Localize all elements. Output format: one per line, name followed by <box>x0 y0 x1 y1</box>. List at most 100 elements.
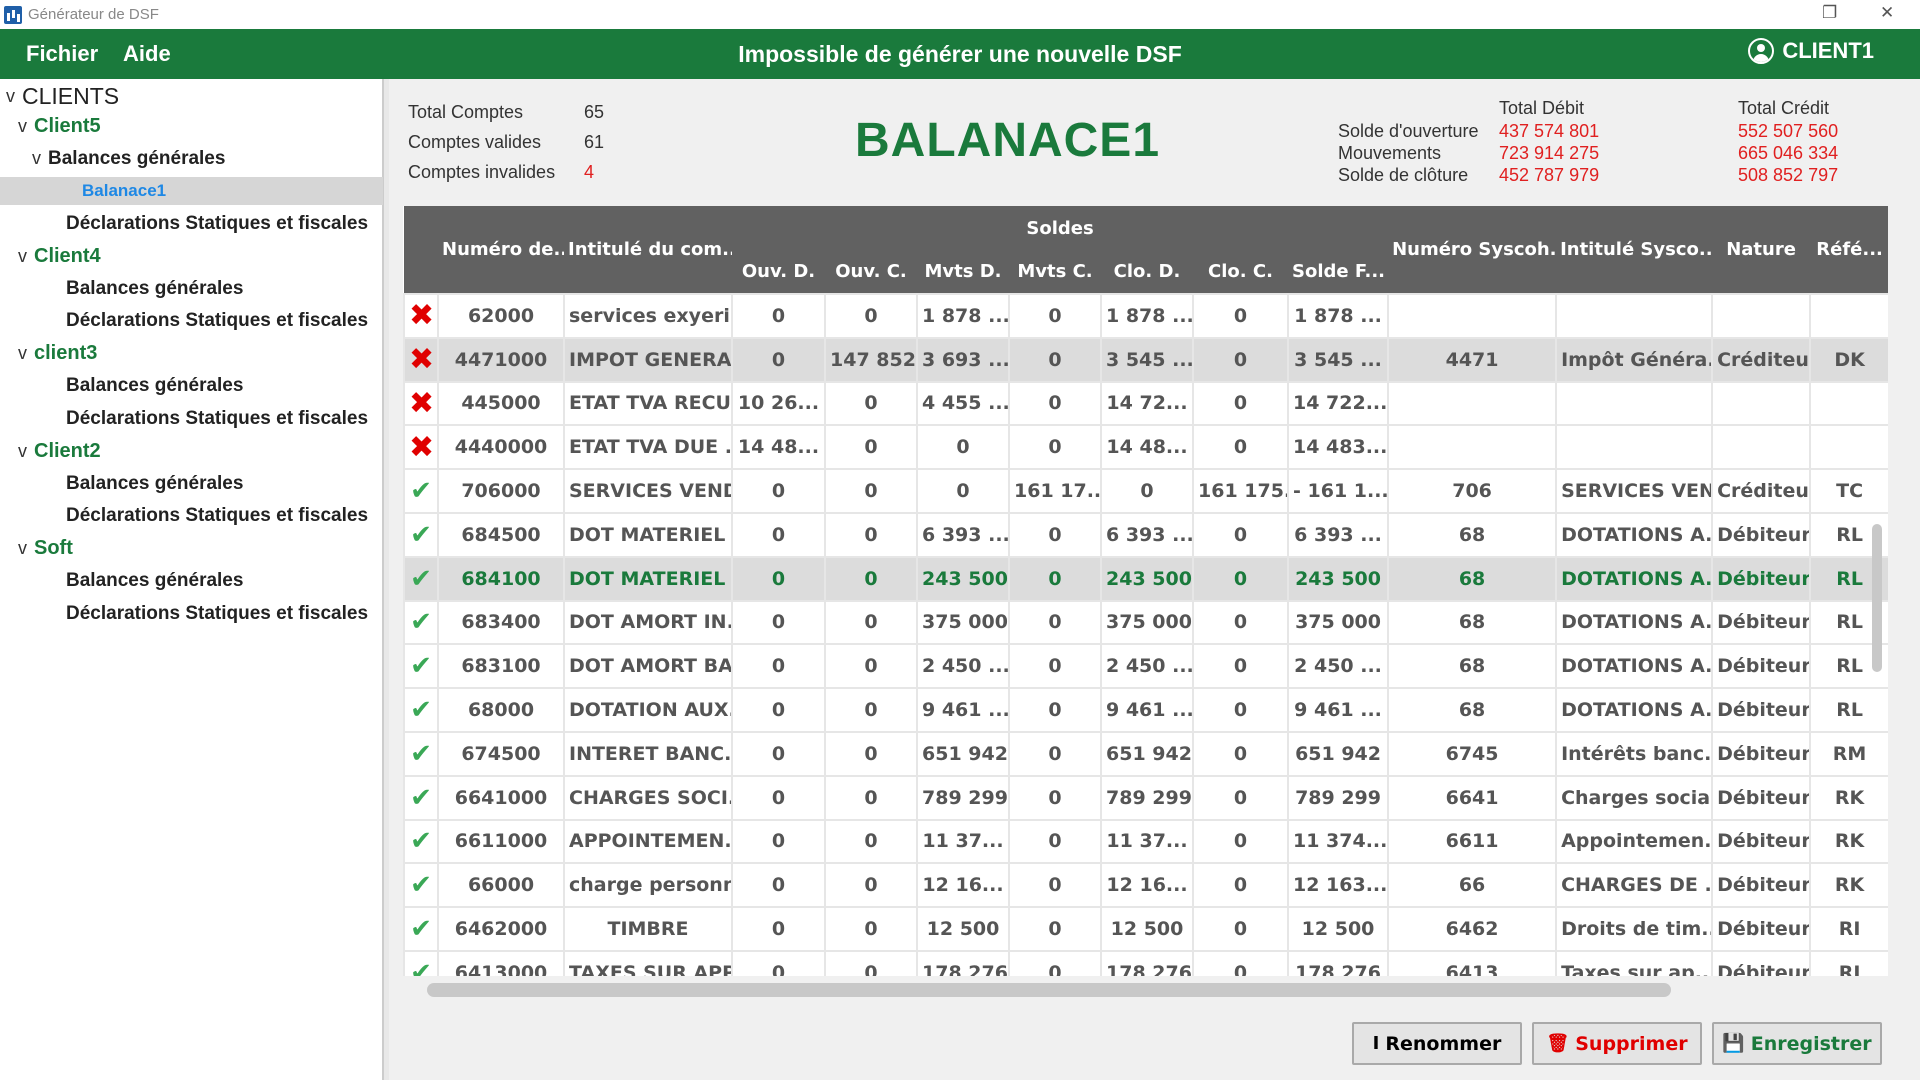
tree-client[interactable]: v Client2 <box>0 437 383 465</box>
table-cell[interactable]: RM <box>1809 730 1888 777</box>
table-cell[interactable]: RK <box>1809 774 1888 821</box>
table-cell[interactable]: 0 <box>824 511 918 558</box>
rename-button[interactable]: I Renommer <box>1352 1022 1522 1065</box>
table-cell[interactable]: 0 <box>1008 555 1102 602</box>
table-row[interactable]: ✖445000ETAT TVA RECU...10 26...04 455 ..… <box>403 380 1888 427</box>
table-cell[interactable]: 1 878 ... <box>1286 293 1390 339</box>
table-cell[interactable]: 0 <box>731 906 826 952</box>
table-cell[interactable]: 0 <box>731 643 826 690</box>
table-cell[interactable]: 178 276 <box>916 949 1010 976</box>
table-cell[interactable]: 789 299 <box>1286 774 1390 821</box>
table-cell[interactable]: RI <box>1809 906 1888 952</box>
table-cell[interactable]: 0 <box>824 862 918 909</box>
table-cell[interactable]: 0 <box>824 643 918 690</box>
column-header-mvts-d[interactable]: Mvts D. <box>917 250 1009 294</box>
column-header-account-number[interactable]: Numéro de... <box>438 206 564 294</box>
table-cell[interactable]: 12 16... <box>1100 862 1194 909</box>
table-cell[interactable]: 0 <box>1192 774 1289 821</box>
table-cell[interactable]: 0 <box>1008 511 1102 558</box>
table-cell[interactable]: 0 <box>824 774 918 821</box>
tree-client[interactable]: v Soft <box>0 535 383 563</box>
table-cell[interactable]: DOTATIONS A... <box>1555 555 1714 602</box>
table-cell[interactable]: 0 <box>824 468 918 514</box>
table-cell[interactable]: services exyeri... <box>563 293 733 339</box>
table-cell[interactable]: 68 <box>1387 643 1558 690</box>
column-header-account-title[interactable]: Intitulé du com... <box>564 206 732 294</box>
table-cell[interactable]: 66000 <box>437 862 565 909</box>
column-header-mvts-c[interactable]: Mvts C. <box>1009 250 1101 294</box>
table-cell[interactable]: 1 878 ... <box>916 293 1010 339</box>
tree-category[interactable]: Balances générales <box>0 372 383 400</box>
table-row[interactable]: ✔ 6641000 CHARGES SOCI... 0 0 789 299 0 789 299… <box>403 774 1888 821</box>
table-cell[interactable]: DOT MATERIEL ... <box>563 511 733 558</box>
table-cell[interactable]: 243 500 <box>1286 555 1390 602</box>
tree-category[interactable]: Déclarations Statiques et fiscales <box>0 502 383 530</box>
table-cell[interactable]: 4 455 ... <box>916 380 1010 427</box>
table-cell[interactable]: 0 <box>824 906 918 952</box>
restore-window-button[interactable]: ❐ <box>1822 3 1837 23</box>
table-cell[interactable]: Taxes sur ap... <box>1555 949 1714 976</box>
table-cell[interactable]: Créditeur <box>1711 468 1812 514</box>
table-cell[interactable]: SERVICES VEND... <box>563 468 733 514</box>
table-cell[interactable]: 683400 <box>437 599 565 646</box>
table-cell[interactable] <box>1809 293 1888 339</box>
table-cell[interactable]: 683100 <box>437 643 565 690</box>
column-header-nature[interactable]: Nature <box>1712 206 1811 294</box>
table-cell[interactable]: 0 <box>1192 906 1289 952</box>
table-cell[interactable]: 445000 <box>437 380 565 427</box>
table-cell[interactable]: 0 <box>1008 599 1102 646</box>
table-cell[interactable]: 651 942 <box>1100 730 1194 777</box>
table-cell[interactable]: 14 722... <box>1286 380 1390 427</box>
tree-category[interactable]: Déclarations Statiques et fiscales <box>0 600 383 628</box>
table-cell[interactable]: 6 393 ... <box>1100 511 1194 558</box>
column-header-syscohada-number[interactable]: Numéro Syscoh... <box>1388 206 1557 294</box>
table-cell[interactable]: 684100 <box>437 555 565 602</box>
table-cell[interactable]: 0 <box>1008 687 1102 733</box>
table-cell[interactable]: 651 942 <box>916 730 1010 777</box>
table-cell[interactable]: 0 <box>1192 730 1289 777</box>
table-cell[interactable]: ETAT TVA DUE ... <box>563 424 733 471</box>
table-cell[interactable]: 0 <box>731 687 826 733</box>
table-cell[interactable]: 4440000 <box>437 424 565 471</box>
table-cell[interactable]: 0 <box>1192 293 1289 339</box>
table-cell[interactable]: Débiteur <box>1711 555 1812 602</box>
table-cell[interactable]: 0 <box>1192 555 1289 602</box>
table-cell[interactable]: 0 <box>1192 862 1289 909</box>
table-cell[interactable]: 178 276 <box>1286 949 1390 976</box>
table-cell[interactable]: 651 942 <box>1286 730 1390 777</box>
table-cell[interactable]: 11 374... <box>1286 818 1390 865</box>
table-cell[interactable]: DOTATIONS A... <box>1555 687 1714 733</box>
table-cell[interactable]: DOT MATERIEL ... <box>563 555 733 602</box>
table-cell[interactable] <box>1711 293 1812 339</box>
table-cell[interactable]: 161 175... <box>1192 468 1289 514</box>
table-cell[interactable]: 6 393 ... <box>916 511 1010 558</box>
table-row[interactable]: ✔684100DOT MATERIEL ...00243 5000243 500… <box>403 555 1888 602</box>
table-cell[interactable]: 0 <box>824 555 918 602</box>
table-cell[interactable]: 0 <box>731 468 826 514</box>
table-cell[interactable]: 0 <box>1008 906 1102 952</box>
table-cell[interactable]: TIMBRE <box>563 906 733 952</box>
table-cell[interactable]: 375 000 <box>916 599 1010 646</box>
table-cell[interactable]: 0 <box>1008 862 1102 909</box>
chevron-down-icon[interactable]: v <box>18 538 34 559</box>
table-cell[interactable]: Impôt Généra... <box>1555 336 1714 383</box>
table-cell[interactable]: Débiteur <box>1711 599 1812 646</box>
table-cell[interactable]: 0 <box>824 818 918 865</box>
table-cell[interactable]: 4471000 <box>437 336 565 383</box>
table-cell[interactable]: 68000 <box>437 687 565 733</box>
table-cell[interactable]: Débiteur <box>1711 687 1812 733</box>
table-cell[interactable]: 2 450 ... <box>1286 643 1390 690</box>
table-cell[interactable]: 0 <box>731 293 826 339</box>
table-cell[interactable]: 0 <box>1192 949 1289 976</box>
table-cell[interactable]: charge personnel <box>563 862 733 909</box>
table-cell[interactable]: TAXES SUR APP... <box>563 949 733 976</box>
table-cell[interactable]: CHARGES SOCI... <box>563 774 733 821</box>
table-cell[interactable]: 789 299 <box>916 774 1010 821</box>
tree-client[interactable]: v Client5 <box>0 112 383 140</box>
table-cell[interactable]: 14 48... <box>1100 424 1194 471</box>
column-header-status[interactable] <box>404 206 438 294</box>
table-cell[interactable]: 6413 <box>1387 949 1558 976</box>
column-header-syscohada-title[interactable]: Intitulé Sysco... <box>1556 206 1713 294</box>
tree-category[interactable]: Déclarations Statiques et fiscales <box>0 210 383 238</box>
table-cell[interactable]: 161 17... <box>1008 468 1102 514</box>
